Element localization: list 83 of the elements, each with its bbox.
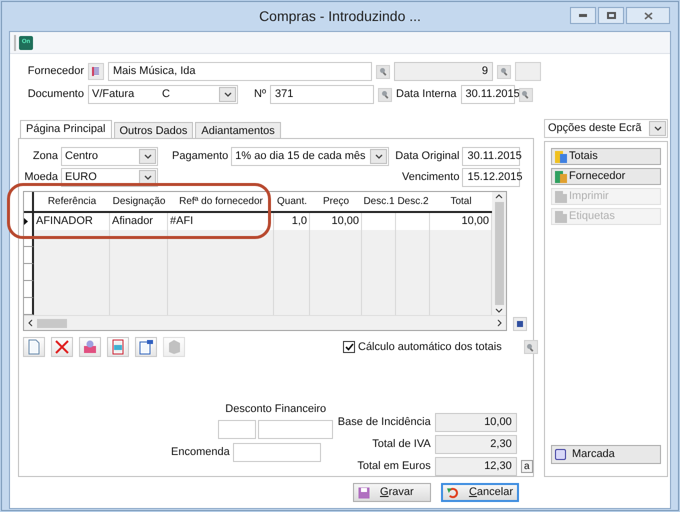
supplier-code-field[interactable]: 9 (394, 62, 493, 81)
search-icon[interactable] (524, 340, 538, 354)
action-button[interactable]: Totais (551, 148, 661, 165)
maximize-button[interactable] (598, 7, 624, 24)
minimize-button[interactable] (570, 7, 596, 24)
total-field[interactable]: 10,00 (434, 413, 517, 432)
supplier-field[interactable]: Mais Música, Ida (108, 62, 372, 81)
column-header[interactable]: Desc.1 (362, 192, 396, 211)
current-row-icon (24, 218, 28, 225)
payment-dropdown[interactable]: 1% ao dia 15 de cada mês (231, 147, 390, 166)
scroll-thumb[interactable] (37, 318, 67, 328)
field-label: Moeda (23, 170, 58, 186)
tab[interactable]: Adiantamentos (195, 122, 281, 138)
column-header[interactable]: Referência (34, 192, 110, 211)
column-header[interactable]: Quant. (274, 192, 310, 211)
total-field[interactable]: 12,30 (434, 457, 517, 476)
column-header[interactable]: Desc.2 (396, 192, 430, 211)
delete-button[interactable] (51, 337, 73, 357)
search-icon[interactable] (376, 64, 390, 78)
marked-button[interactable]: Marcada (551, 445, 661, 464)
field-label: Pagamento (172, 149, 228, 164)
screen-options-dropdown[interactable]: Opções deste Ecrã (544, 119, 668, 138)
dialog-button[interactable]: Cancelar (441, 483, 519, 502)
total-label: Base de Incidência (336, 415, 431, 430)
order-field[interactable] (232, 442, 321, 462)
undo-icon (447, 486, 459, 498)
field-label: Vencimento (402, 170, 460, 186)
search-icon[interactable] (378, 88, 392, 102)
search-icon[interactable] (518, 88, 533, 102)
document-button[interactable] (23, 337, 45, 357)
close-button[interactable] (626, 7, 670, 24)
document-type-dropdown[interactable]: V/Fatura C (88, 85, 238, 104)
action-button[interactable]: Fornecedor (551, 168, 661, 185)
column-header[interactable]: Refª do fornecedor (168, 192, 274, 211)
discount-value-field[interactable] (258, 420, 334, 438)
tab[interactable]: Outros Dados (114, 122, 194, 138)
row-indicator[interactable] (24, 247, 34, 264)
dialog-button[interactable]: Gravar (353, 483, 431, 502)
row-indicator[interactable] (24, 281, 34, 298)
people-icon (554, 170, 568, 184)
close-icon (644, 12, 652, 20)
row-indicator[interactable] (24, 298, 34, 315)
field-label: Data Original (395, 149, 460, 164)
delete-icon (53, 338, 71, 356)
window-button[interactable] (135, 337, 157, 357)
window-title: Compras - Introduzindo ... (259, 7, 421, 26)
zone-dropdown[interactable]: Centro (61, 147, 158, 166)
empty-field[interactable] (515, 62, 541, 81)
scroll-right-icon[interactable] (497, 319, 503, 327)
vertical-scrollbar[interactable] (492, 192, 506, 315)
stamp-icon (81, 338, 99, 356)
search-icon[interactable] (497, 64, 511, 78)
stamp-button[interactable] (79, 337, 101, 357)
row-indicator[interactable] (24, 264, 34, 281)
document-number-field[interactable]: 371 (270, 85, 374, 104)
discount-percent-field[interactable] (218, 420, 256, 438)
window-icon (137, 338, 155, 356)
calculator-button[interactable] (107, 337, 129, 357)
total-label: Total de IVA (371, 437, 431, 452)
field-label: Encomenda (171, 444, 230, 460)
field-label: Data Interna (396, 87, 457, 102)
horizontal-scrollbar[interactable] (24, 315, 506, 330)
auto-totals-checkbox[interactable]: Cálculo automático dos totais (343, 338, 502, 356)
list-icon[interactable] (88, 63, 104, 80)
column-header[interactable]: Total (430, 192, 492, 211)
due-date-field[interactable]: 15.12.2015 (462, 168, 520, 187)
field-label: Desconto Financeiro (225, 402, 326, 417)
field-label: Nº (253, 87, 266, 102)
currency-toggle-button[interactable]: a (520, 460, 533, 473)
grid-settings-icon[interactable] (513, 317, 527, 331)
scroll-left-icon[interactable] (27, 319, 33, 327)
original-date-field[interactable]: 30.11.2015 (462, 147, 520, 166)
column-header[interactable]: Designação (110, 192, 168, 211)
column-header[interactable]: Preço (310, 192, 362, 211)
square-icon (555, 449, 566, 460)
field-label: Fornecedor (26, 64, 84, 80)
checkbox[interactable] (343, 341, 355, 353)
field-label: Documento (26, 87, 84, 102)
folders-icon (554, 150, 568, 164)
total-field[interactable]: 2,30 (434, 435, 517, 454)
field-label: Zona (32, 149, 58, 164)
tab[interactable]: Página Principal (20, 120, 112, 138)
total-label: Total em Euros (356, 459, 431, 474)
